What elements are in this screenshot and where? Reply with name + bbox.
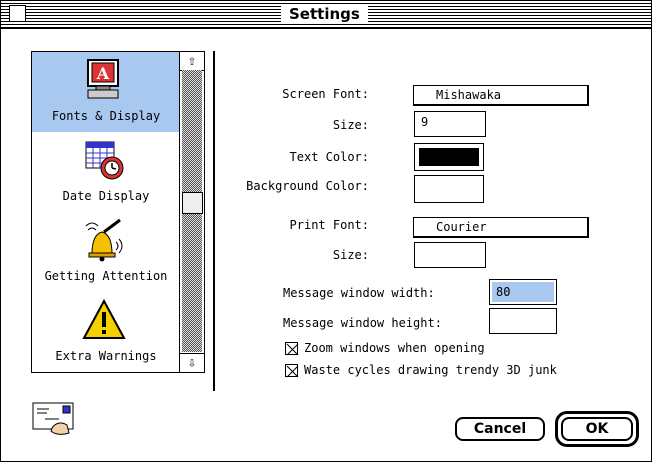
- sidebar-scrollbar[interactable]: ⇧ ⇩: [179, 51, 205, 373]
- warning-icon: [82, 298, 126, 339]
- screen-size-label: Size:: [332, 118, 369, 132]
- message-width-label: Message window width:: [283, 286, 435, 300]
- date-display-icon: [85, 141, 124, 180]
- screen-font-label: Screen Font:: [282, 87, 369, 101]
- sidebar-item-label: Fonts & Display: [51, 109, 161, 123]
- text-color-swatch[interactable]: [414, 143, 484, 171]
- zoom-windows-checkbox[interactable]: [285, 342, 299, 356]
- sidebar-item-label: Extra Warnings: [55, 349, 157, 363]
- settings-panel-list: A Fonts & Display Date Display Getting A…: [31, 51, 181, 373]
- screen-font-popup[interactable]: Mishawaka: [413, 85, 589, 106]
- scroll-up-arrow-icon[interactable]: ⇧: [180, 52, 204, 71]
- message-height-field[interactable]: [489, 308, 557, 334]
- ok-button[interactable]: OK: [561, 417, 633, 441]
- screen-size-field[interactable]: 9: [414, 111, 486, 137]
- fonts-display-icon: A: [87, 59, 119, 99]
- bell-icon: [85, 218, 123, 262]
- sidebar-item-label: Getting Attention: [44, 269, 168, 283]
- window-title: Settings: [281, 4, 368, 24]
- panel-divider: [213, 51, 215, 391]
- message-width-value: 80: [492, 282, 554, 302]
- sidebar-item-getting-attention[interactable]: Getting Attention: [32, 212, 180, 292]
- envelope-hand-icon: [32, 402, 74, 435]
- cancel-button[interactable]: Cancel: [455, 417, 545, 441]
- message-height-label: Message window height:: [283, 316, 442, 330]
- scroll-down-arrow-icon[interactable]: ⇩: [180, 353, 204, 372]
- waste-cycles-label[interactable]: Waste cycles drawing trendy 3D junk: [304, 363, 557, 377]
- background-color-swatch[interactable]: [414, 175, 484, 203]
- sidebar-item-extra-warnings[interactable]: Extra Warnings: [32, 292, 180, 372]
- checkbox-x-icon: [286, 365, 299, 378]
- print-size-field[interactable]: [414, 242, 486, 268]
- sidebar-item-fonts-display[interactable]: A Fonts & Display: [32, 52, 180, 132]
- print-size-label: Size:: [332, 248, 369, 262]
- print-font-label: Print Font:: [289, 218, 369, 232]
- scroll-thumb[interactable]: [182, 192, 203, 214]
- settings-window: Settings A Fonts & Display Date Display …: [0, 0, 652, 462]
- close-box[interactable]: [9, 5, 26, 22]
- waste-cycles-checkbox[interactable]: [285, 364, 299, 378]
- zoom-windows-label[interactable]: Zoom windows when opening: [304, 341, 485, 355]
- svg-text:A: A: [96, 64, 110, 83]
- background-color-label: Background Color:: [246, 179, 369, 193]
- print-font-popup[interactable]: Courier: [413, 217, 589, 238]
- text-color-label: Text Color:: [289, 150, 369, 164]
- sidebar-item-date-display[interactable]: Date Display: [32, 132, 180, 212]
- sidebar-item-label: Date Display: [62, 189, 150, 203]
- title-bar[interactable]: Settings: [1, 1, 651, 29]
- checkbox-x-icon: [286, 343, 299, 356]
- message-width-field[interactable]: 80: [489, 279, 557, 305]
